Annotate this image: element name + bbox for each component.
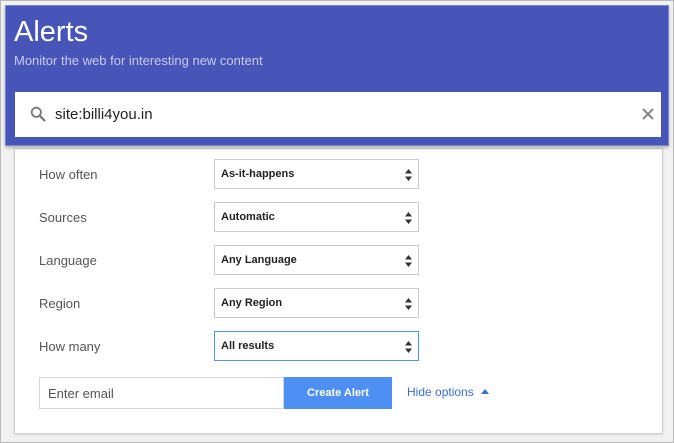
email-field[interactable] — [39, 377, 284, 409]
option-row-how-often: How often As-it-happens — [15, 159, 662, 189]
sources-label: Sources — [39, 210, 87, 225]
how-many-value: All results — [221, 340, 275, 352]
option-row-sources: Sources Automatic — [15, 202, 662, 232]
alerts-header: Alerts Monitor the web for interesting n… — [5, 5, 669, 146]
search-input[interactable]: site:billi4you.in — [55, 105, 615, 124]
hide-options-link[interactable]: Hide options — [407, 385, 489, 400]
region-select[interactable]: Any Region — [214, 288, 419, 318]
how-often-value: As-it-happens — [221, 168, 295, 180]
option-row-region: Region Any Region — [15, 288, 662, 318]
hide-options-label: Hide options — [407, 385, 474, 399]
select-arrows-icon — [405, 298, 412, 310]
option-row-how-many: How many All results — [15, 331, 662, 361]
select-arrows-icon — [405, 212, 412, 224]
language-select[interactable]: Any Language — [214, 245, 419, 275]
alerts-window: Alerts Monitor the web for interesting n… — [0, 0, 674, 443]
create-alert-button[interactable]: Create Alert — [284, 377, 392, 409]
options-panel: How often As-it-happens Sources Automati… — [14, 148, 663, 434]
language-value: Any Language — [221, 254, 297, 266]
close-icon[interactable] — [641, 107, 655, 121]
how-often-label: How often — [39, 167, 98, 182]
select-arrows-icon — [405, 169, 412, 181]
option-row-language: Language Any Language — [15, 245, 662, 275]
region-value: Any Region — [221, 297, 283, 309]
how-many-select[interactable]: All results — [214, 331, 419, 361]
how-often-select[interactable]: As-it-happens — [214, 159, 419, 189]
sources-value: Automatic — [221, 211, 275, 223]
region-label: Region — [39, 296, 81, 311]
create-alert-row: Create Alert Hide options — [39, 377, 519, 409]
search-icon — [30, 106, 46, 122]
select-arrows-icon — [405, 341, 412, 353]
language-label: Language — [39, 253, 97, 268]
page-title: Alerts — [14, 16, 89, 48]
how-many-label: How many — [39, 339, 101, 354]
sources-select[interactable]: Automatic — [214, 202, 419, 232]
search-bar[interactable]: site:billi4you.in — [15, 92, 661, 137]
caret-up-icon — [480, 389, 489, 394]
page-subtitle: Monitor the web for interesting new cont… — [14, 53, 263, 68]
select-arrows-icon — [405, 255, 412, 267]
